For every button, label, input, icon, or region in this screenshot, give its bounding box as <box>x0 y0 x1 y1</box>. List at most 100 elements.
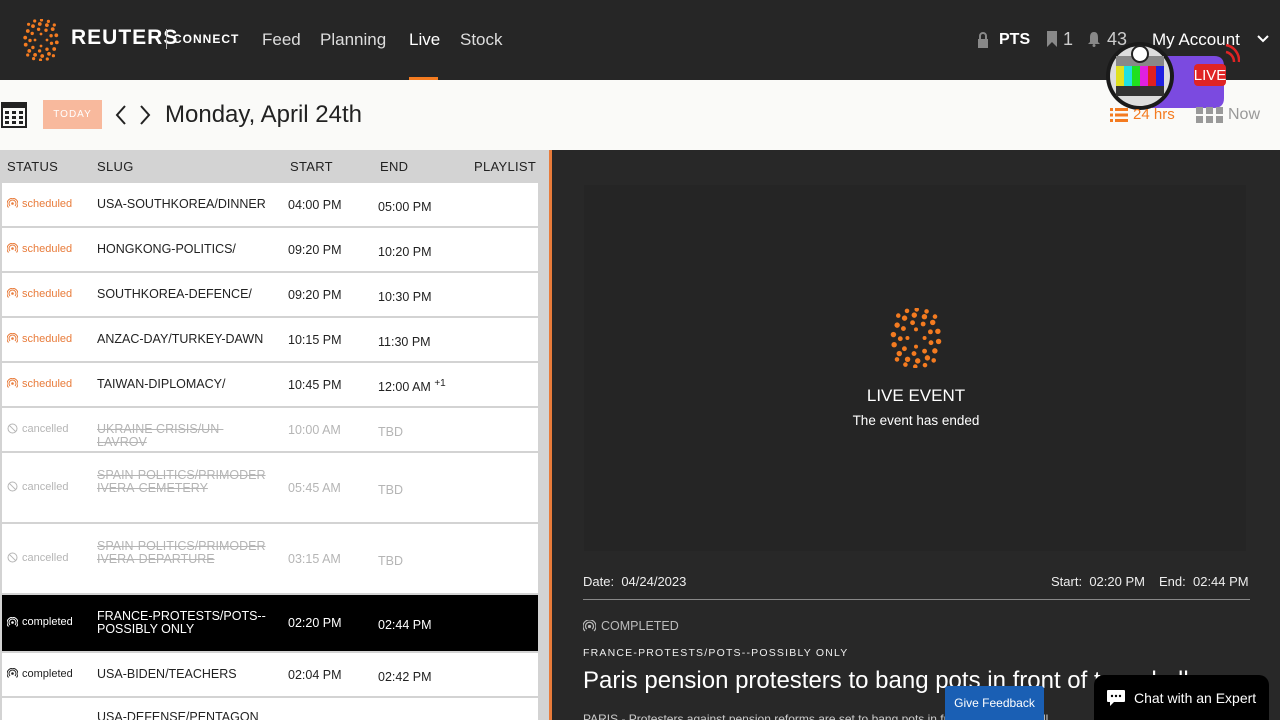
current-date: Monday, April 24th <box>165 101 363 128</box>
nav-live[interactable]: Live <box>409 30 440 50</box>
table-row[interactable]: completed FRANCE-PROTESTS/POTS--POSSIBLY … <box>2 595 538 651</box>
event-start: Start: 02:20 PM <box>1051 574 1145 589</box>
broadcast-icon <box>7 333 18 343</box>
list-view-icon[interactable] <box>1110 107 1128 123</box>
col-end[interactable]: END <box>380 159 408 174</box>
col-status[interactable]: STATUS <box>7 159 58 174</box>
nav-planning[interactable]: Planning <box>320 30 386 50</box>
row-slug: HONGKONG-POLITICS/ <box>97 241 236 256</box>
row-status-text: scheduled <box>22 197 73 210</box>
row-end-time: 10:20 PM <box>378 244 432 259</box>
row-end-time: TBD <box>378 553 403 568</box>
col-playlist[interactable]: PLAYLIST <box>474 159 536 174</box>
bell-icon[interactable] <box>1087 31 1101 47</box>
chat-expert-button[interactable]: Chat with an Expert <box>1094 675 1269 720</box>
chevron-left-icon[interactable] <box>114 104 128 126</box>
calendar-icon[interactable] <box>1 100 27 128</box>
broadcast-icon <box>7 288 18 298</box>
row-status-text: cancelled <box>22 551 69 564</box>
table-row[interactable]: completed USA-BIDEN/TEACHERS 02:04 PM 02:42… <box>2 653 538 696</box>
video-player[interactable] <box>584 185 1246 551</box>
col-start[interactable]: START <box>290 159 333 174</box>
row-slug: TAIWAN-DIPLOMACY/ <box>97 376 226 391</box>
row-end-time: 05:00 PM <box>378 199 432 214</box>
table-row[interactable]: scheduled ANZAC-DAY/TURKEY-DAWN 10:15 PM 11… <box>2 318 538 361</box>
row-start: 09:20 PM <box>288 242 342 257</box>
bookmark-icon[interactable] <box>1046 31 1058 47</box>
live-event-status: The event has ended <box>852 413 980 428</box>
row-start: 10:00 AM <box>288 422 341 437</box>
event-end-value: 02:44 PM <box>1192 574 1249 589</box>
row-end-time: 12:00 AM <box>378 379 431 394</box>
broadcast-icon <box>7 668 18 678</box>
row-status: cancelled <box>7 481 68 493</box>
row-status: scheduled <box>7 243 72 255</box>
row-status: cancelled <box>7 423 68 435</box>
row-end-time: TBD <box>378 424 403 439</box>
broadcast-icon <box>7 243 18 253</box>
row-start: 03:15 AM <box>288 551 341 566</box>
broadcast-icon <box>583 619 596 631</box>
row-status: scheduled <box>7 288 72 300</box>
event-end-label: End: <box>1159 574 1186 589</box>
table-row[interactable]: scheduled HONGKONG-POLITICS/09:20 PM 10:20… <box>2 228 538 271</box>
schedule-table: STATUS SLUG START END PLAYLIST scheduled… <box>0 150 550 720</box>
row-end: 02:44 PM <box>378 616 432 632</box>
cancelled-icon <box>7 552 18 563</box>
top-navbar: REUTERS CONNECT Feed Planning Live Stock… <box>0 0 1280 80</box>
row-slug: USA-BIDEN/TEACHERS <box>97 666 237 681</box>
nav-feed[interactable]: Feed <box>262 30 301 50</box>
row-end: 12:00 AM +1 <box>378 378 446 394</box>
col-slug[interactable]: SLUG <box>97 159 134 174</box>
row-status-text: completed <box>22 667 73 680</box>
row-end: TBD <box>378 552 403 568</box>
event-status-text: COMPLETED <box>601 619 679 633</box>
chevron-right-icon[interactable] <box>138 104 152 126</box>
row-slug: ANZAC-DAY/TURKEY-DAWN <box>97 331 264 346</box>
broadcast-icon <box>7 378 18 388</box>
event-status: COMPLETED <box>583 619 679 633</box>
row-status: scheduled <box>7 378 72 390</box>
table-row[interactable]: USA-DEFENSE/PENTAGON <box>2 698 538 720</box>
row-slug: USA-DEFENSE/PENTAGON <box>97 710 259 720</box>
row-end: 05:00 PM <box>378 198 432 214</box>
give-feedback-button[interactable]: Give Feedback <box>945 686 1044 720</box>
table-row[interactable]: cancelled UKRAINE CRISIS/UN-LAVROV 10:00 A… <box>2 408 538 451</box>
cancelled-icon <box>7 423 18 434</box>
row-start: 02:04 PM <box>288 667 342 682</box>
event-slug: FRANCE-PROTESTS/POTS--POSSIBLY ONLY <box>583 647 849 659</box>
table-row[interactable]: cancelled SPAIN-POLITICS/PRIMODERIVERA-DE… <box>2 524 538 593</box>
row-start: 10:45 PM <box>288 377 342 392</box>
chevron-down-icon[interactable] <box>1256 32 1270 46</box>
row-slug: SPAIN-POLITICS/PRIMODERIVERA-CEMETERY <box>97 467 266 495</box>
row-start: 09:20 PM <box>288 287 342 302</box>
brand-name: REUTERS <box>71 26 179 49</box>
row-status: scheduled <box>7 333 72 345</box>
bookmark-count[interactable]: 1 <box>1063 29 1073 50</box>
today-button[interactable]: TODAY <box>43 100 102 129</box>
table-row[interactable]: scheduled TAIWAN-DIPLOMACY/10:45 PM 12:00 … <box>2 363 538 406</box>
nav-stock[interactable]: Stock <box>460 30 503 50</box>
reuters-logo-icon[interactable] <box>20 19 62 61</box>
view-now[interactable]: Now <box>1228 106 1260 124</box>
table-row[interactable]: scheduled USA-SOUTHKOREA/DINNER 04:00 PM 05… <box>2 183 538 226</box>
table-row[interactable]: cancelled SPAIN-POLITICS/PRIMODERIVERA-CE… <box>2 453 538 522</box>
grid-view-icon[interactable] <box>1196 107 1223 123</box>
row-start: 02:20 PM <box>288 616 342 630</box>
row-end-time: 10:30 PM <box>378 289 432 304</box>
divider <box>583 599 1250 600</box>
event-start-value: 02:20 PM <box>1089 574 1145 589</box>
brand-product: CONNECT <box>173 32 240 46</box>
row-status-text: scheduled <box>22 332 73 345</box>
row-status-text: scheduled <box>22 287 73 300</box>
pts-label[interactable]: PTS <box>999 31 1030 49</box>
row-slug: UKRAINE CRISIS/UN-LAVROV <box>97 421 224 449</box>
row-start: 05:45 AM <box>288 480 341 495</box>
event-date-value: 04/24/2023 <box>621 574 687 589</box>
row-end-time: 02:42 PM <box>378 669 432 684</box>
row-start: 04:00 PM <box>288 197 342 212</box>
table-row[interactable]: scheduled SOUTHKOREA-DEFENCE/09:20 PM 10:3… <box>2 273 538 316</box>
view-24hrs[interactable]: 24 hrs <box>1133 106 1175 123</box>
broadcast-icon <box>7 198 18 208</box>
row-slug: FRANCE-PROTESTS/POTS--POSSIBLY ONLY <box>97 609 266 636</box>
